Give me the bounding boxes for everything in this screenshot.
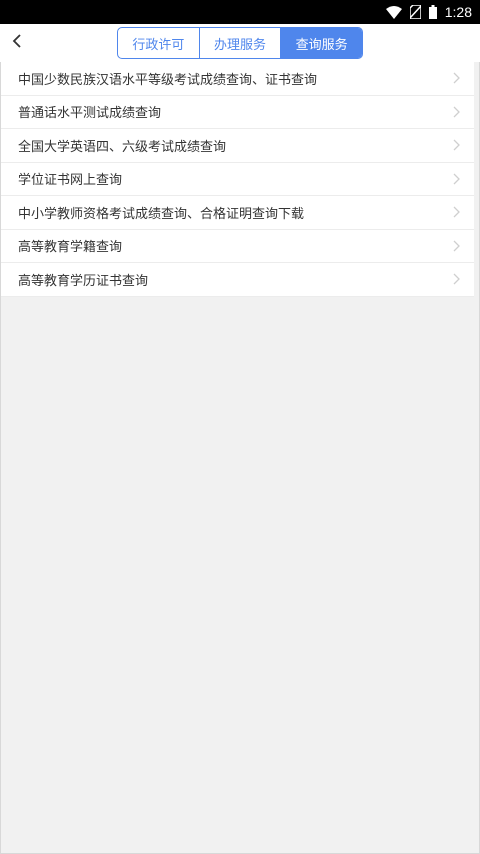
chevron-left-icon: [11, 33, 23, 53]
list-item[interactable]: 普通话水平测试成绩查询: [0, 95, 474, 129]
list-item[interactable]: 中小学教师资格考试成绩查询、合格证明查询下载: [0, 196, 474, 230]
list-item[interactable]: 学位证书网上查询: [0, 162, 474, 196]
status-time: 1:28: [444, 4, 472, 20]
chevron-right-icon: [453, 240, 460, 252]
list-item-label: 高等教育学历证书查询: [18, 273, 149, 289]
list-item[interactable]: 全国大学英语四、六级考试成绩查询: [0, 129, 474, 163]
query-list: 中国少数民族汉语水平等级考试成绩查询、证书查询 普通话水平测试成绩查询 全国大学…: [0, 62, 480, 297]
app-bar: 行政许可 办理服务 查询服务: [0, 24, 480, 62]
chevron-right-icon: [453, 206, 460, 218]
back-button[interactable]: [4, 30, 30, 56]
chevron-right-icon: [453, 173, 460, 185]
list-item-label: 全国大学英语四、六级考试成绩查询: [18, 139, 227, 155]
chevron-right-icon: [453, 273, 460, 285]
list-item-label: 中国少数民族汉语水平等级考试成绩查询、证书查询: [18, 72, 318, 88]
list-item-label: 学位证书网上查询: [18, 173, 123, 189]
frame-border-left: [0, 62, 1, 854]
chevron-right-icon: [453, 106, 460, 118]
battery-icon: [428, 5, 437, 19]
list-item-label: 高等教育学籍查询: [18, 240, 123, 256]
list-item[interactable]: 高等教育学历证书查询: [0, 263, 474, 297]
tab-administrative-permit[interactable]: 行政许可: [118, 28, 199, 58]
chevron-right-icon: [453, 72, 460, 84]
list-item-label: 中小学教师资格考试成绩查询、合格证明查询下载: [18, 206, 305, 222]
wifi-icon: [385, 5, 402, 19]
list-item[interactable]: 中国少数民族汉语水平等级考试成绩查询、证书查询: [0, 62, 474, 96]
tab-query-service[interactable]: 查询服务: [280, 28, 362, 58]
list-item[interactable]: 高等教育学籍查询: [0, 229, 474, 263]
list-item-label: 普通话水平测试成绩查询: [18, 106, 162, 122]
status-bar: 1:28: [0, 0, 480, 24]
tab-handling-service[interactable]: 办理服务: [198, 28, 281, 58]
chevron-right-icon: [453, 139, 460, 151]
no-sim-icon: [409, 5, 421, 19]
service-tabs: 行政许可 办理服务 查询服务: [117, 27, 363, 59]
